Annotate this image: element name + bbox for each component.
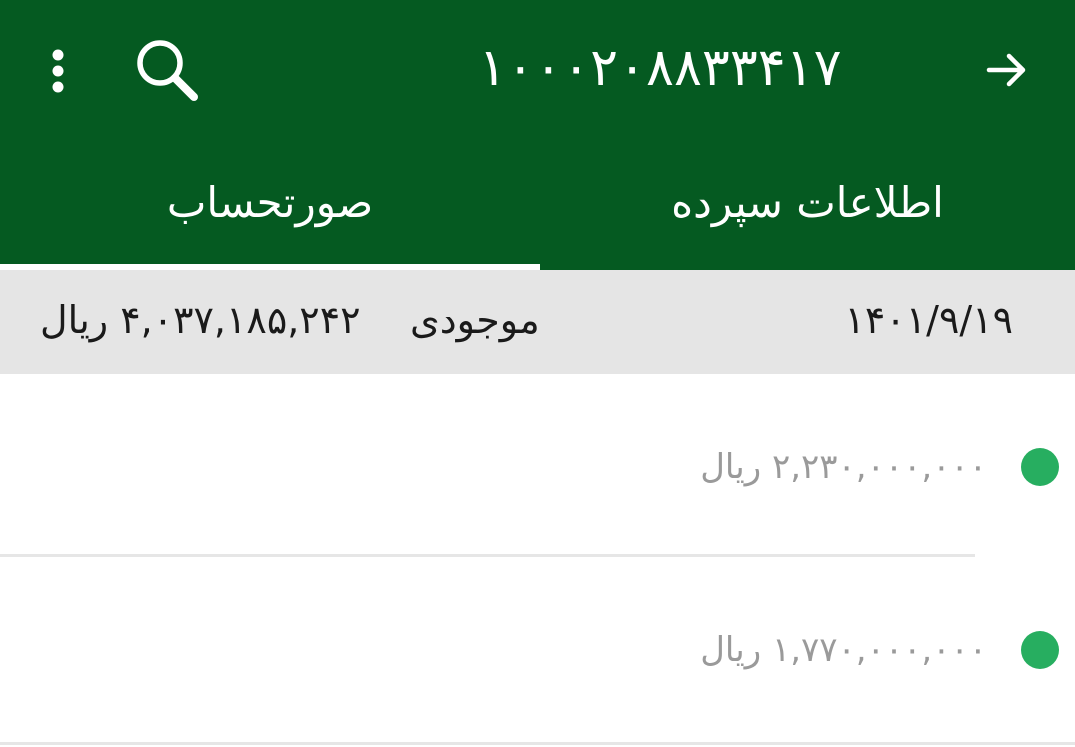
row-divider xyxy=(0,742,1075,745)
search-icon xyxy=(137,40,198,101)
app-bar: ۱۰۰۰۲۰۸۸۳۳۴۱۷ اطلاعات سپرده صورتحساب xyxy=(0,0,1075,270)
transaction-row[interactable]: ۲,۲۳۰,۰۰۰,۰۰۰ ریال xyxy=(0,375,1075,555)
account-number-title: ۱۰۰۰۲۰۸۸۳۳۴۱۷ xyxy=(478,38,842,98)
status-dot-icon xyxy=(1021,631,1059,669)
more-options-button[interactable] xyxy=(30,36,86,106)
more-vertical-icon xyxy=(52,49,64,93)
summary-date: ۱۴۰۱/۹/۱۹ xyxy=(844,298,1013,342)
balance-label: موجودی xyxy=(410,298,540,342)
search-button[interactable] xyxy=(125,32,209,108)
balance-value: ۴,۰۳۷,۱۸۵,۲۴۲ ریال xyxy=(40,298,361,342)
back-button[interactable] xyxy=(975,38,1039,102)
balance-summary: ۱۴۰۱/۹/۱۹ موجودی ۴,۰۳۷,۱۸۵,۲۴۲ ریال xyxy=(0,270,1075,374)
status-dot-icon xyxy=(1021,448,1059,486)
transaction-row[interactable]: ۱,۷۷۰,۰۰۰,۰۰۰ ریال xyxy=(0,557,1075,737)
arrow-forward-icon xyxy=(986,53,1026,87)
tab-statement[interactable]: صورتحساب xyxy=(0,140,540,270)
tab-deposit-info[interactable]: اطلاعات سپرده xyxy=(540,140,1075,270)
transaction-amount: ۱,۷۷۰,۰۰۰,۰۰۰ ریال xyxy=(700,630,987,670)
transaction-amount: ۲,۲۳۰,۰۰۰,۰۰۰ ریال xyxy=(700,447,987,487)
